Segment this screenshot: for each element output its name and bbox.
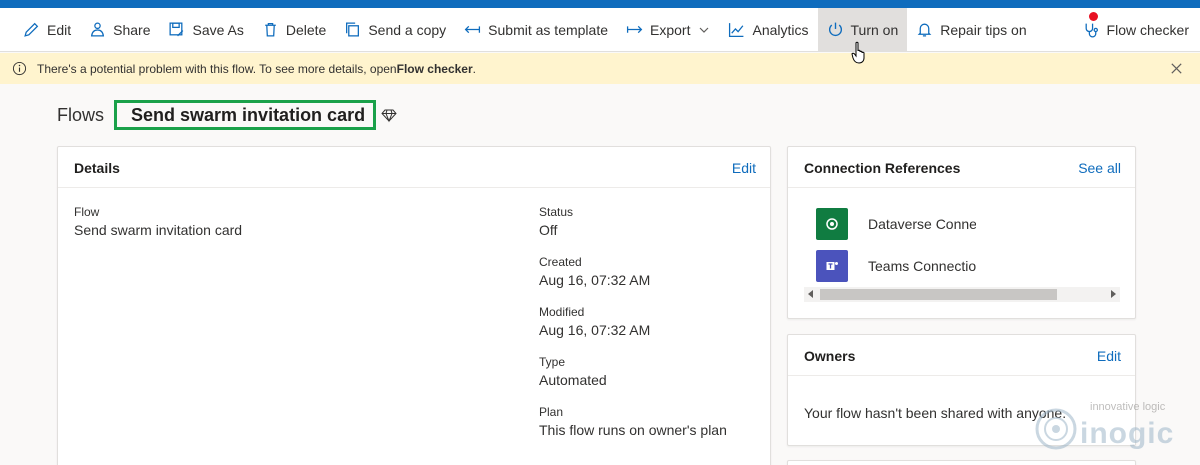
share-label: Share bbox=[113, 21, 151, 38]
pencil-icon bbox=[24, 22, 39, 37]
details-edit-link[interactable]: Edit bbox=[732, 160, 756, 176]
connection-references-card: Connection References See all Dataverse … bbox=[787, 146, 1136, 319]
bell-icon bbox=[917, 23, 932, 37]
see-all-link[interactable]: See all bbox=[1078, 160, 1121, 176]
share-button[interactable]: Share bbox=[80, 8, 159, 52]
page-title: Send swarm invitation card bbox=[114, 100, 377, 130]
details-card: Details Edit Flow Send swarm invitation … bbox=[57, 146, 771, 465]
send-copy-label: Send a copy bbox=[368, 21, 447, 38]
flow-label: Flow bbox=[74, 205, 100, 219]
owners-title: Owners bbox=[804, 348, 856, 364]
modified-value: Aug 16, 07:32 AM bbox=[539, 322, 651, 338]
save-as-label: Save As bbox=[192, 21, 244, 38]
submit-template-label: Submit as template bbox=[488, 21, 609, 38]
flow-value: Send swarm invitation card bbox=[74, 222, 243, 238]
inogic-watermark: innovative logic inogic bbox=[1030, 395, 1190, 460]
trash-icon bbox=[265, 23, 276, 37]
created-label: Created bbox=[539, 255, 582, 269]
warning-banner: There's a potential problem with this fl… bbox=[0, 53, 1200, 84]
chevron-down-icon bbox=[700, 27, 709, 33]
owners-empty-message: Your flow hasn't been shared with anyone… bbox=[804, 405, 1067, 421]
premium-diamond-icon bbox=[381, 109, 397, 123]
breadcrumb: Flows Send swarm invitation card bbox=[57, 100, 397, 130]
connection-name: Teams Connection bbox=[868, 258, 976, 274]
submit-template-icon bbox=[464, 25, 481, 34]
watermark-brand: inogic bbox=[1080, 417, 1175, 450]
status-value: Off bbox=[539, 222, 558, 238]
type-label: Type bbox=[539, 355, 566, 369]
close-icon[interactable] bbox=[1169, 61, 1184, 76]
export-icon bbox=[626, 25, 643, 34]
horizontal-scrollbar[interactable] bbox=[804, 287, 1120, 302]
share-icon bbox=[91, 22, 105, 37]
send-copy-button[interactable]: Send a copy bbox=[335, 8, 455, 52]
flow-field: Flow Send swarm invitation card bbox=[74, 205, 242, 238]
analytics-label: Analytics bbox=[752, 21, 809, 38]
warning-suffix: . bbox=[472, 61, 476, 76]
power-icon bbox=[828, 22, 842, 37]
flow-checker-label: Flow checker bbox=[1106, 22, 1189, 38]
edit-label: Edit bbox=[47, 21, 72, 38]
turn-on-label: Turn on bbox=[850, 21, 899, 38]
save-as-button[interactable]: Save As bbox=[159, 8, 252, 52]
info-icon bbox=[12, 61, 27, 76]
submit-template-button[interactable]: Submit as template bbox=[455, 8, 617, 52]
save-as-icon bbox=[169, 22, 184, 37]
export-button[interactable]: Export bbox=[617, 8, 719, 52]
repair-tips-button[interactable]: Repair tips on bbox=[907, 8, 1035, 52]
dataverse-icon bbox=[816, 208, 848, 240]
owners-edit-link[interactable]: Edit bbox=[1097, 348, 1121, 364]
delete-button[interactable]: Delete bbox=[253, 8, 335, 52]
stethoscope-icon bbox=[1085, 23, 1098, 37]
connection-item-teams[interactable]: Teams Connection bbox=[816, 250, 976, 282]
flow-checker-button[interactable]: Flow checker bbox=[1074, 8, 1198, 52]
export-label: Export bbox=[650, 21, 691, 38]
scrollbar-thumb[interactable] bbox=[820, 289, 1057, 300]
connection-item-dataverse[interactable]: Dataverse Connection bbox=[816, 208, 976, 240]
details-header: Details Edit bbox=[58, 147, 770, 188]
modified-label: Modified bbox=[539, 305, 585, 319]
command-bar: Edit Share Save As Delete Send a copy Su… bbox=[0, 7, 1200, 52]
type-field: Type Automated bbox=[539, 355, 607, 388]
analytics-icon bbox=[729, 23, 744, 38]
type-value: Automated bbox=[539, 372, 607, 388]
plan-field: Plan This flow runs on owner's plan bbox=[539, 405, 727, 438]
status-label: Status bbox=[539, 205, 574, 219]
status-field: Status Off bbox=[539, 205, 573, 238]
scroll-left-arrow-icon[interactable] bbox=[808, 290, 813, 298]
scroll-right-arrow-icon[interactable] bbox=[1111, 290, 1116, 298]
delete-label: Delete bbox=[285, 21, 327, 38]
hand-cursor-icon bbox=[851, 41, 865, 64]
details-title: Details bbox=[74, 160, 120, 176]
connection-name: Dataverse Connection bbox=[868, 216, 976, 232]
created-value: Aug 16, 07:32 AM bbox=[539, 272, 651, 288]
teams-icon bbox=[816, 250, 848, 282]
connection-references-header: Connection References See all bbox=[788, 147, 1135, 188]
warning-text: There's a potential problem with this fl… bbox=[37, 61, 397, 76]
copy-icon bbox=[346, 22, 360, 37]
connection-references-title: Connection References bbox=[804, 160, 961, 176]
inogic-logo-icon bbox=[1035, 408, 1077, 450]
flow-checker-link[interactable]: Flow checker bbox=[397, 62, 473, 76]
edit-button[interactable]: Edit bbox=[14, 8, 80, 52]
analytics-button[interactable]: Analytics bbox=[719, 8, 817, 52]
plan-label: Plan bbox=[539, 405, 564, 419]
created-field: Created Aug 16, 07:32 AM bbox=[539, 255, 650, 288]
notification-badge bbox=[1088, 12, 1098, 21]
owners-header: Owners Edit bbox=[788, 335, 1135, 376]
repair-tips-label: Repair tips on bbox=[940, 21, 1027, 38]
watermark-tagline: innovative logic bbox=[1090, 401, 1166, 413]
next-card bbox=[787, 460, 1136, 465]
breadcrumb-flows-link[interactable]: Flows bbox=[57, 105, 104, 126]
plan-value: This flow runs on owner's plan bbox=[539, 422, 727, 438]
modified-field: Modified Aug 16, 07:32 AM bbox=[539, 305, 650, 338]
